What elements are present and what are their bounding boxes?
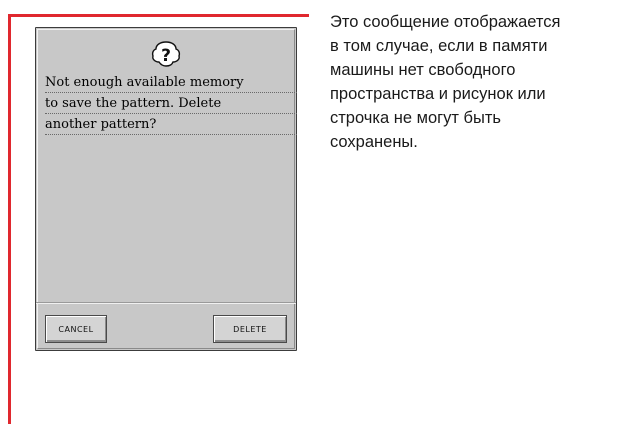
message-line: Not enough available memory [45, 72, 297, 93]
description-line: Это сообщение отображается [330, 13, 561, 31]
button-bar-divider-highlight [36, 303, 296, 304]
message-line: to save the pattern. Delete [45, 93, 297, 114]
lcd-dialog-screen: ? Not enough available memory to save th… [35, 27, 297, 351]
description-line: сохранены. [330, 133, 418, 151]
question-mark-icon: ? [151, 41, 181, 67]
description-line: пространства и рисунок или [330, 85, 546, 103]
dialog-message: Not enough available memory to save the … [45, 72, 297, 135]
delete-button[interactable]: DELETE [213, 315, 287, 343]
red-margin-line-horizontal [8, 14, 309, 17]
red-margin-line-vertical [8, 14, 11, 424]
cancel-button[interactable]: CANCEL [45, 315, 107, 343]
description-line: машины нет свободного [330, 61, 516, 79]
description-line: строчка не могут быть [330, 109, 502, 127]
description-line: в том случае, если в памяти [330, 37, 548, 55]
message-line: another pattern? [45, 114, 297, 135]
description-text: Это сообщение отображается в том случае,… [330, 10, 642, 154]
svg-text:?: ? [161, 46, 171, 66]
